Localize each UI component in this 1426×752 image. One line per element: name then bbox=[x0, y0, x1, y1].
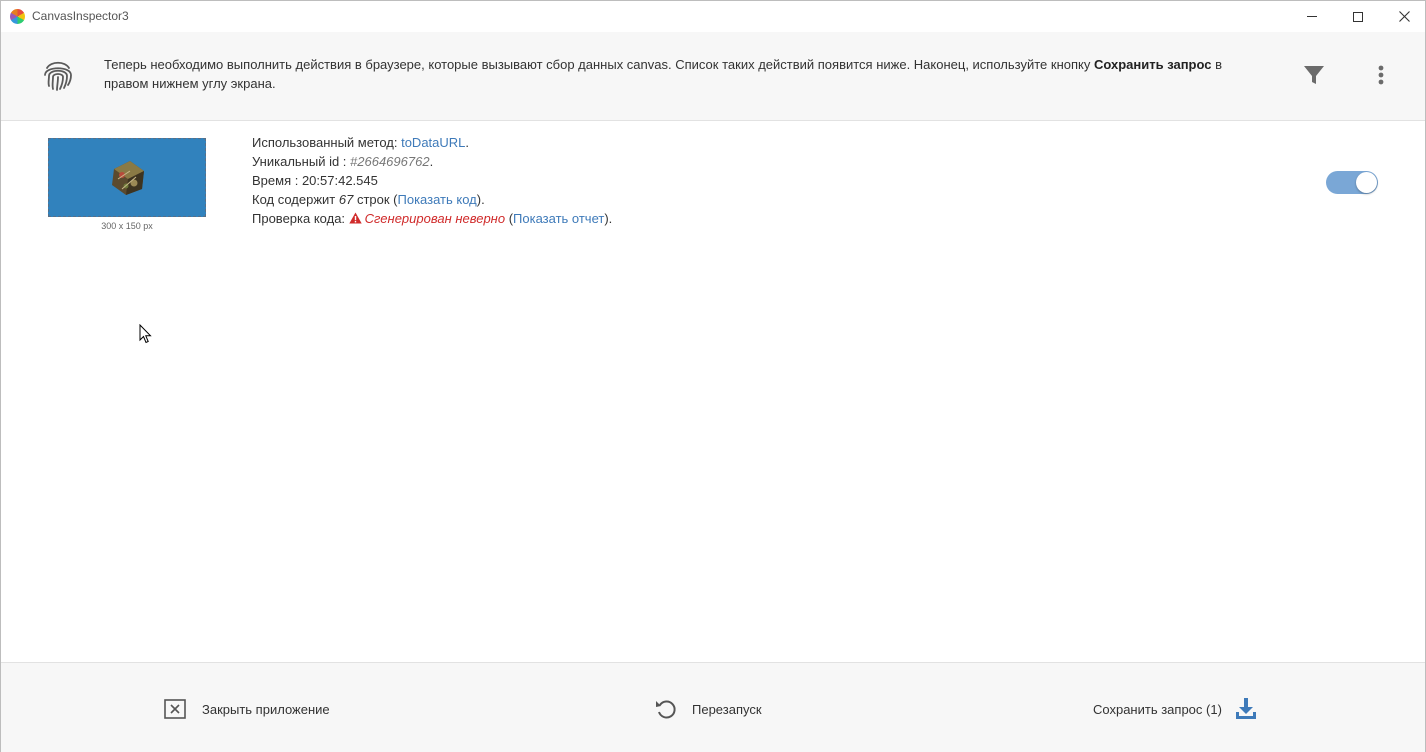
code-label: Код содержит bbox=[252, 192, 339, 207]
check-close: ). bbox=[604, 211, 613, 226]
id-value: #2664696762 bbox=[350, 154, 430, 169]
instruction-text-bold: Сохранить запрос bbox=[1093, 57, 1212, 72]
app-window: CanvasInspector3 Теперь необходимо выпол… bbox=[0, 0, 1426, 752]
close-window-button[interactable] bbox=[1381, 1, 1426, 32]
canvas-preview bbox=[48, 138, 206, 217]
maximize-icon bbox=[1353, 11, 1363, 22]
code-lines-count: 67 bbox=[338, 192, 354, 207]
save-request-button[interactable]: Сохранить запрос (1) bbox=[1093, 697, 1258, 721]
info-header: Теперь необходимо выполнить действия в б… bbox=[1, 32, 1425, 121]
mouse-cursor-icon bbox=[139, 324, 152, 344]
close-app-button[interactable]: Закрыть приложение bbox=[164, 697, 330, 721]
id-row: Уникальный id : #2664696762. bbox=[252, 152, 612, 171]
download-icon bbox=[1235, 698, 1256, 719]
canvas-thumbnail[interactable] bbox=[48, 138, 206, 217]
app-logo-icon bbox=[10, 9, 25, 24]
check-status: Сгенерирован неверно bbox=[364, 211, 506, 226]
close-box-icon bbox=[164, 699, 186, 719]
method-value: toDataURL bbox=[401, 135, 466, 150]
warning-icon bbox=[348, 212, 362, 224]
show-code-link[interactable]: Показать код bbox=[398, 192, 477, 207]
instruction-text-start: Теперь необходимо выполнить действия в б… bbox=[104, 57, 1094, 72]
restart-icon bbox=[656, 700, 676, 719]
check-label: Проверка кода: bbox=[252, 211, 349, 226]
entry-details: Использованный метод: toDataURL. Уникаль… bbox=[252, 133, 612, 228]
id-label: Уникальный id : bbox=[252, 154, 351, 169]
cube-image-icon bbox=[112, 161, 144, 195]
close-icon bbox=[1398, 11, 1410, 22]
method-period: . bbox=[465, 135, 470, 150]
instruction-text: Теперь необходимо выполнить действия в б… bbox=[104, 55, 1254, 93]
filter-icon[interactable] bbox=[1301, 62, 1327, 88]
show-report-link[interactable]: Показать отчет bbox=[513, 211, 604, 226]
close-app-label: Закрыть приложение bbox=[202, 701, 330, 717]
title-bar[interactable]: CanvasInspector3 bbox=[1, 1, 1425, 32]
check-open: ( bbox=[505, 211, 514, 226]
method-label: Использованный метод: bbox=[252, 135, 402, 150]
id-period: . bbox=[429, 154, 434, 169]
thumbnail-size-label: 300 x 150 px bbox=[101, 221, 153, 231]
minimize-icon bbox=[1307, 16, 1317, 17]
entry-toggle[interactable] bbox=[1326, 171, 1378, 194]
fingerprint-icon bbox=[44, 61, 72, 91]
check-row: Проверка кода: Сгенерирован неверно (Пок… bbox=[252, 209, 612, 228]
window-title: CanvasInspector3 bbox=[32, 9, 129, 23]
code-row: Код содержит 67 строк (Показать код). bbox=[252, 190, 612, 209]
toggle-knob bbox=[1356, 172, 1377, 193]
footer-bar: Закрыть приложение Перезапуск Сохранить … bbox=[1, 662, 1425, 752]
restart-label: Перезапуск bbox=[692, 701, 762, 717]
save-request-label: Сохранить запрос (1) bbox=[1093, 701, 1222, 717]
time-label: Время : bbox=[252, 173, 302, 188]
code-suffix: строк ( bbox=[353, 192, 398, 207]
time-row: Время : 20:57:42.545 bbox=[252, 171, 612, 190]
time-value: 20:57:42.545 bbox=[301, 173, 378, 188]
minimize-button[interactable] bbox=[1289, 1, 1335, 32]
maximize-button[interactable] bbox=[1335, 1, 1381, 32]
method-row: Использованный метод: toDataURL. bbox=[252, 133, 612, 152]
more-menu-icon[interactable] bbox=[1370, 62, 1392, 88]
restart-button[interactable]: Перезапуск bbox=[654, 697, 762, 721]
code-close: ). bbox=[476, 192, 485, 207]
